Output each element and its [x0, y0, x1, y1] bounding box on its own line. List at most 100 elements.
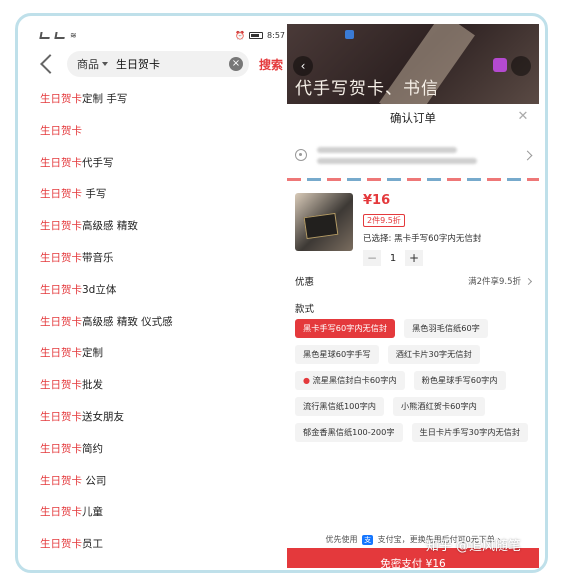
address-row[interactable] [287, 132, 539, 178]
back-icon[interactable]: ‹ [293, 56, 313, 76]
promotion-text: 满2件享9.5折 [468, 277, 521, 287]
decrement-button[interactable]: − [363, 250, 381, 266]
suggestion-keyword: 生日贺卡 [40, 124, 82, 137]
search-scope-dropdown[interactable]: 商品 [77, 56, 108, 72]
suggestion-keyword: 生日贺卡 [40, 283, 82, 296]
status-time: 8:57 [267, 30, 285, 40]
suggestion-rest: 高级感 精致 仪式感 [82, 315, 173, 328]
suggestion-item[interactable]: 生日贺卡批发 [40, 370, 285, 402]
search-panel: ≋ ⏰ 8:57 商品 生日贺卡 × 搜索 生日贺卡定制 手写 生日贺卡 生日贺卡代… [39, 22, 285, 570]
suggestion-keyword: 生日贺卡 [40, 315, 82, 328]
style-option[interactable]: 郁金香黑信纸100-200字 [295, 423, 403, 442]
suggestion-keyword: 生日贺卡 [40, 410, 82, 423]
style-option-label: 粉色星球手写60字内 [421, 375, 498, 385]
style-option-label: 流星黑信封白卡60字内 [312, 375, 397, 385]
caret-down-icon [102, 62, 108, 66]
suggestion-item[interactable]: 生日贺卡简约 [40, 434, 285, 466]
suggestion-keyword: 生日贺卡 [40, 442, 82, 455]
suggestion-item[interactable]: 生日贺卡送女朋友 [40, 402, 285, 434]
style-options: 黑卡手写60字内无信封 黑色羽毛信纸60字黑色星球60字手写 酒红卡片30字无信封 ●… [287, 319, 539, 442]
search-query[interactable]: 生日贺卡 [116, 56, 229, 72]
product-price: ¥16 [363, 193, 391, 208]
style-option[interactable]: 黑色星球60字手写 [295, 345, 379, 364]
product-info: ¥16 2件9.5折 已选择: 黑卡手写60字内无信封 − 1 + [363, 193, 482, 266]
signal-icon-2 [54, 31, 66, 39]
quantity-value[interactable]: 1 [381, 253, 405, 264]
suggestion-rest: 公司 [82, 474, 107, 487]
suggestion-rest: 定制 手写 [82, 93, 128, 105]
style-option[interactable]: 黑色羽毛信纸60字 [404, 319, 488, 338]
suggestion-keyword: 生日贺卡 [40, 379, 82, 392]
suggestion-item[interactable]: 生日贺卡3d立体 [40, 275, 285, 307]
promotion-value: 满2件享9.5折 [468, 275, 533, 287]
suggestion-item[interactable]: 生日贺卡员工 [40, 529, 285, 561]
search-input[interactable]: 商品 生日贺卡 × [67, 51, 249, 77]
promotion-row[interactable]: 优惠 满2件享9.5折 [287, 267, 539, 295]
screenshot-frame: ≋ ⏰ 8:57 商品 生日贺卡 × 搜索 生日贺卡定制 手写 生日贺卡 生日贺卡代… [15, 13, 548, 573]
address-line-1 [317, 146, 457, 153]
suggestion-keyword: 生日贺卡 [40, 506, 82, 519]
payment-note-prefix: 优先使用 [325, 535, 358, 544]
suggestion-item[interactable]: 生日贺卡高级感 精致 [40, 211, 285, 243]
style-option-label: 流行黑信纸100字内 [303, 401, 376, 411]
quantity-stepper: − 1 + [363, 250, 481, 266]
style-option-label: 黑卡手写60字内无信封 [303, 323, 388, 333]
suggestion-keyword: 生日贺卡 [40, 347, 82, 360]
suggestion-keyword: 生日贺卡 [40, 251, 82, 264]
suggestion-keyword: 生日贺卡 [40, 538, 82, 551]
close-icon[interactable]: ✕ [517, 110, 529, 123]
suggestion-item[interactable]: 生日贺卡 公司 [40, 466, 285, 498]
alipay-icon: 支 [362, 535, 374, 545]
favorite-icon[interactable] [493, 58, 507, 72]
style-option[interactable]: ● 流星黑信封白卡60字内 [295, 371, 405, 390]
suggestion-keyword: 生日贺卡 [40, 93, 82, 105]
suggestion-keyword: 生日贺卡 [40, 156, 82, 169]
suggestion-rest: 批发 [82, 379, 103, 392]
clear-icon[interactable]: × [228, 57, 243, 71]
watermark: 知乎 @追风随笔 [425, 539, 521, 554]
suggestion-rest: 简约 [82, 442, 103, 455]
style-option[interactable]: 酒红卡片30字无信封 [387, 345, 480, 364]
suggestion-item[interactable]: 生日贺卡高级感 精致 仪式感 [40, 307, 285, 339]
suggestion-item[interactable]: 生日贺卡带音乐 [40, 243, 285, 275]
suggestion-keyword: 生日贺卡 [40, 474, 82, 487]
suggestion-item[interactable]: 生日贺卡儿童 [40, 497, 285, 529]
share-icon[interactable] [511, 56, 531, 76]
promotion-label: 优惠 [295, 277, 315, 288]
sheet-title: 确认订单 [390, 111, 436, 125]
style-option[interactable]: 流行黑信纸100字内 [295, 397, 384, 416]
style-option[interactable]: 小熊酒红贺卡60字内 [392, 397, 485, 416]
chevron-right-icon [522, 150, 533, 160]
suggestion-item[interactable]: 生日贺卡定制 手写 [40, 84, 285, 116]
discount-badge: 2件9.5折 [363, 214, 405, 227]
search-row: 商品 生日贺卡 × 搜索 [40, 50, 285, 78]
style-option[interactable]: 生日卡片手写30字内无信封 [411, 423, 529, 442]
sheet-header: 确认订单 ✕ [287, 104, 539, 132]
chevron-right-icon [524, 277, 533, 285]
suggestion-item[interactable]: 生日贺卡 [40, 116, 285, 148]
address-blurred [317, 142, 518, 169]
suggestion-rest: 代手写 [82, 156, 114, 169]
suggestion-item[interactable]: 生日贺卡代手写 [40, 148, 285, 180]
back-arrow-icon[interactable] [40, 54, 60, 74]
product-row: ¥16 2件9.5折 已选择: 黑卡手写60字内无信封 − 1 + [287, 181, 539, 267]
product-thumbnail[interactable] [295, 193, 353, 251]
wifi-icon: ≋ [70, 30, 77, 40]
style-option-label: 黑色星球60字手写 [303, 349, 371, 359]
suggestion-rest: 定制 [82, 347, 103, 360]
location-pin-icon [295, 149, 307, 161]
app-badge-icon [345, 30, 354, 39]
suggestion-rest: 手写 [82, 188, 107, 201]
battery-icon [249, 31, 264, 39]
suggestion-item[interactable]: 生日贺卡定制 [40, 338, 285, 370]
search-button[interactable]: 搜索 [259, 56, 283, 73]
suggestion-rest: 送女朋友 [82, 410, 124, 423]
style-option-label: 黑色羽毛信纸60字 [412, 323, 480, 333]
increment-button[interactable]: + [405, 250, 423, 266]
style-option[interactable]: 粉色星球手写60字内 [413, 371, 506, 390]
order-panel: ‹ 代手写贺卡、书信 确认订单 ✕ ¥16 2件9.5折 已选择: 黑卡手写60… [287, 24, 539, 568]
product-banner: ‹ 代手写贺卡、书信 [287, 24, 539, 104]
style-option[interactable]: 黑卡手写60字内无信封 [295, 319, 396, 338]
selected-variant: 已选择: 黑卡手写60字内无信封 [363, 234, 482, 244]
suggestion-item[interactable]: 生日贺卡 手写 [40, 179, 285, 211]
